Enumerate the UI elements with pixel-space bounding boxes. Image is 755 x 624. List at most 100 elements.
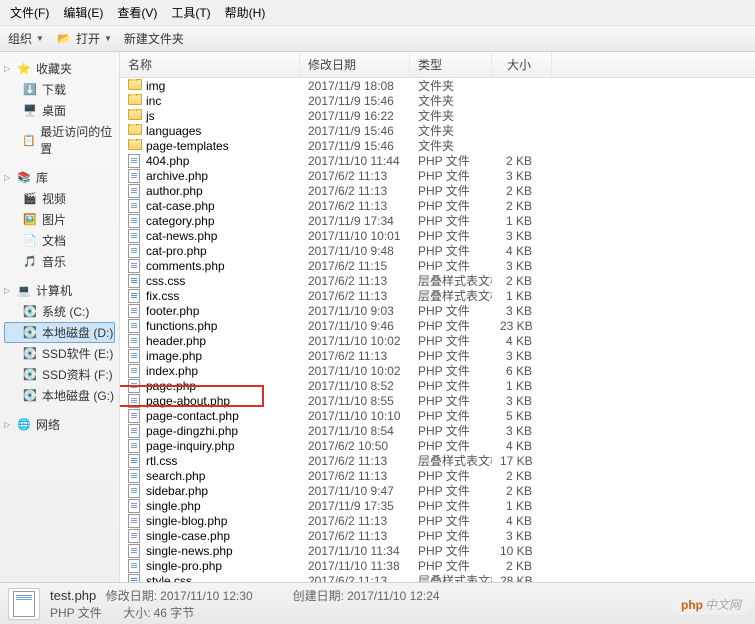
file-row[interactable]: page-templates 2017/11/9 15:46 文件夹 xyxy=(120,138,755,153)
file-size: 2 KB xyxy=(492,469,552,483)
file-row[interactable]: comments.php 2017/6/2 11:15 PHP 文件 3 KB xyxy=(120,258,755,273)
file-row[interactable]: fix.css 2017/6/2 11:13 层叠样式表文档 1 KB xyxy=(120,288,755,303)
file-date: 2017/6/2 11:13 xyxy=(300,274,410,288)
sidebar-item[interactable]: 📄文档 xyxy=(4,230,115,251)
chevron-down-icon: ▼ xyxy=(36,34,44,43)
toolbar: 组织▼ 📂 打开▼ 新建文件夹 xyxy=(0,26,755,52)
file-row[interactable]: functions.php 2017/11/10 9:46 PHP 文件 23 … xyxy=(120,318,755,333)
php-icon xyxy=(128,364,142,378)
file-row[interactable]: page-contact.php 2017/11/10 10:10 PHP 文件… xyxy=(120,408,755,423)
file-row[interactable]: single.php 2017/11/9 17:35 PHP 文件 1 KB xyxy=(120,498,755,513)
sidebar-item-label: 本地磁盘 (G:) xyxy=(42,387,114,404)
file-row[interactable]: category.php 2017/11/9 17:34 PHP 文件 1 KB xyxy=(120,213,755,228)
file-name: style.css xyxy=(146,574,192,583)
file-row[interactable]: search.php 2017/6/2 11:13 PHP 文件 2 KB xyxy=(120,468,755,483)
file-row[interactable]: inc 2017/11/9 15:46 文件夹 xyxy=(120,93,755,108)
menubar: 文件(F) 编辑(E) 查看(V) 工具(T) 帮助(H) xyxy=(0,0,755,26)
file-row[interactable]: single-pro.php 2017/11/10 11:38 PHP 文件 2… xyxy=(120,558,755,573)
sidebar-item[interactable]: ⬇️下载 xyxy=(4,79,115,100)
file-row[interactable]: cat-news.php 2017/11/10 10:01 PHP 文件 3 K… xyxy=(120,228,755,243)
file-row[interactable]: js 2017/11/9 16:22 文件夹 xyxy=(120,108,755,123)
file-size: 3 KB xyxy=(492,424,552,438)
file-size: 4 KB xyxy=(492,244,552,258)
file-row[interactable]: index.php 2017/11/10 10:02 PHP 文件 6 KB xyxy=(120,363,755,378)
file-row[interactable]: archive.php 2017/6/2 11:13 PHP 文件 3 KB xyxy=(120,168,755,183)
favorites-header[interactable]: ▷ ⭐ 收藏夹 xyxy=(4,58,115,79)
file-row[interactable]: cat-pro.php 2017/11/10 9:48 PHP 文件 4 KB xyxy=(120,243,755,258)
file-row[interactable]: image.php 2017/6/2 11:13 PHP 文件 3 KB xyxy=(120,348,755,363)
file-size: 2 KB xyxy=(492,559,552,573)
caret-icon: ▷ xyxy=(4,173,12,182)
computer-header[interactable]: ▷ 💻 计算机 xyxy=(4,280,115,301)
menu-help[interactable]: 帮助(H) xyxy=(219,2,272,23)
file-row[interactable]: single-blog.php 2017/6/2 11:13 PHP 文件 4 … xyxy=(120,513,755,528)
drive-icon: 💽 xyxy=(22,305,38,319)
sidebar-item-label: SSD资料 (F:) xyxy=(42,366,113,383)
sidebar-item[interactable]: 💽本地磁盘 (D:) xyxy=(4,322,115,343)
col-name[interactable]: 名称 xyxy=(120,52,300,77)
sidebar-item-label: 下载 xyxy=(42,81,66,98)
organize-button[interactable]: 组织▼ xyxy=(8,30,44,47)
sidebar-item[interactable]: 🖥️桌面 xyxy=(4,100,115,121)
file-row[interactable]: css.css 2017/6/2 11:13 层叠样式表文档 2 KB xyxy=(120,273,755,288)
file-row[interactable]: rtl.css 2017/6/2 11:13 层叠样式表文档 17 KB xyxy=(120,453,755,468)
sidebar-item[interactable]: 📋最近访问的位置 xyxy=(4,121,115,159)
drive-icon: 💽 xyxy=(22,326,38,340)
pictures-icon: 🖼️ xyxy=(22,213,38,227)
network-header[interactable]: ▷ 🌐 网络 xyxy=(4,414,115,435)
sidebar-item[interactable]: 🎵音乐 xyxy=(4,251,115,272)
column-headers: 名称 修改日期 类型 大小 xyxy=(120,52,755,78)
css-icon xyxy=(128,274,142,288)
file-list[interactable]: 名称 修改日期 类型 大小 img 2017/11/9 18:08 文件夹 in… xyxy=(120,52,755,582)
file-row[interactable]: page-inquiry.php 2017/6/2 10:50 PHP 文件 4… xyxy=(120,438,755,453)
file-date: 2017/11/10 10:02 xyxy=(300,364,410,378)
file-row[interactable]: 404.php 2017/11/10 11:44 PHP 文件 2 KB xyxy=(120,153,755,168)
sidebar-item[interactable]: 💽本地磁盘 (G:) xyxy=(4,385,115,406)
menu-edit[interactable]: 编辑(E) xyxy=(57,2,109,23)
menu-file[interactable]: 文件(F) xyxy=(4,2,55,23)
file-row[interactable]: page-dingzhi.php 2017/11/10 8:54 PHP 文件 … xyxy=(120,423,755,438)
file-row[interactable]: img 2017/11/9 18:08 文件夹 xyxy=(120,78,755,93)
php-icon xyxy=(128,529,142,543)
file-date: 2017/11/10 10:01 xyxy=(300,229,410,243)
file-row[interactable]: header.php 2017/11/10 10:02 PHP 文件 4 KB xyxy=(120,333,755,348)
file-name: single-case.php xyxy=(146,529,230,543)
file-name: index.php xyxy=(146,364,198,378)
file-row[interactable]: style.css 2017/6/2 11:13 层叠样式表文档 28 KB xyxy=(120,573,755,582)
file-size: 3 KB xyxy=(492,394,552,408)
file-date: 2017/11/10 9:03 xyxy=(300,304,410,318)
col-size[interactable]: 大小 xyxy=(492,52,552,77)
col-type[interactable]: 类型 xyxy=(410,52,492,77)
libraries-header[interactable]: ▷ 📚 库 xyxy=(4,167,115,188)
col-date[interactable]: 修改日期 xyxy=(300,52,410,77)
file-name: cat-case.php xyxy=(146,199,215,213)
file-date: 2017/11/10 10:10 xyxy=(300,409,410,423)
file-row[interactable]: footer.php 2017/11/10 9:03 PHP 文件 3 KB xyxy=(120,303,755,318)
file-name: 404.php xyxy=(146,154,189,168)
sidebar-item[interactable]: 💽SSD软件 (E:) xyxy=(4,343,115,364)
sidebar-item[interactable]: 🖼️图片 xyxy=(4,209,115,230)
file-row[interactable]: languages 2017/11/9 15:46 文件夹 xyxy=(120,123,755,138)
file-row[interactable]: single-news.php 2017/11/10 11:34 PHP 文件 … xyxy=(120,543,755,558)
file-row[interactable]: author.php 2017/6/2 11:13 PHP 文件 2 KB xyxy=(120,183,755,198)
menu-view[interactable]: 查看(V) xyxy=(111,2,163,23)
sidebar-item[interactable]: 🎬视频 xyxy=(4,188,115,209)
file-name: search.php xyxy=(146,469,205,483)
sidebar-item[interactable]: 💽系统 (C:) xyxy=(4,301,115,322)
file-row[interactable]: page.php 2017/11/10 8:52 PHP 文件 1 KB xyxy=(120,378,755,393)
desktop-icon: 🖥️ xyxy=(22,104,38,118)
file-date: 2017/11/9 15:46 xyxy=(300,124,410,138)
php-icon xyxy=(128,244,142,258)
file-row[interactable]: page-about.php 2017/11/10 8:55 PHP 文件 3 … xyxy=(120,393,755,408)
open-button[interactable]: 📂 打开▼ xyxy=(56,30,112,47)
file-row[interactable]: sidebar.php 2017/11/10 9:47 PHP 文件 2 KB xyxy=(120,483,755,498)
new-folder-button[interactable]: 新建文件夹 xyxy=(124,30,184,47)
file-size: 4 KB xyxy=(492,334,552,348)
file-row[interactable]: single-case.php 2017/6/2 11:13 PHP 文件 3 … xyxy=(120,528,755,543)
menu-tools[interactable]: 工具(T) xyxy=(165,2,216,23)
sidebar-item[interactable]: 💽SSD资料 (F:) xyxy=(4,364,115,385)
file-row[interactable]: cat-case.php 2017/6/2 11:13 PHP 文件 2 KB xyxy=(120,198,755,213)
caret-icon: ▷ xyxy=(4,64,12,73)
documents-icon: 📄 xyxy=(22,234,38,248)
statusbar: test.php 修改日期: 2017/11/10 12:30 创建日期: 20… xyxy=(0,582,755,624)
